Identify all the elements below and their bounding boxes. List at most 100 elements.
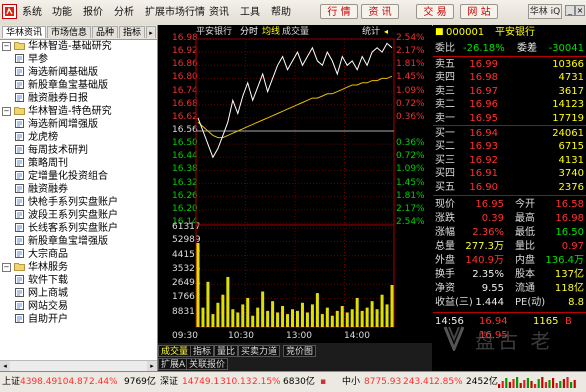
menu-tools[interactable]: 工具 — [240, 6, 260, 19]
tab-scroll-right-icon[interactable]: ▸ — [146, 26, 156, 38]
brand-button[interactable]: 华林 iQ — [528, 4, 562, 19]
bid-row[interactable]: 买五 16.90 2376 — [433, 181, 586, 194]
bid-row[interactable]: 买二 16.93 6715 — [433, 140, 586, 153]
ask-price: 16.98 — [469, 72, 498, 84]
tree-item[interactable]: 软件下载 — [15, 274, 68, 287]
document-icon — [15, 93, 28, 104]
menu-function[interactable]: 功能 — [52, 6, 72, 19]
tree-group[interactable]: − 华林智造-特色研究 — [2, 105, 112, 118]
menu-extended-market[interactable]: 扩展市场行情 — [145, 6, 205, 19]
stat-value: 136.4万 — [545, 255, 584, 266]
stat-row: 涨跌 0.39 最高 16.98 — [433, 212, 586, 225]
tree-item[interactable]: 网站交易 — [15, 300, 68, 313]
trade-button[interactable]: 交 易 — [416, 4, 454, 19]
ask-row[interactable]: 卖二 16.96 14123 — [433, 98, 586, 111]
stock-name: 平安银行 — [495, 27, 535, 38]
tree-item[interactable]: 策略周刊 — [15, 157, 68, 170]
tab-auction-chart[interactable]: 竞价图 — [283, 345, 317, 357]
tab-volume[interactable]: 成交量 — [158, 345, 192, 357]
menu-system[interactable]: 系统 — [22, 6, 42, 19]
time-tick: 13:00 — [286, 331, 312, 341]
website-button[interactable]: 网 站 — [460, 4, 498, 19]
tree-item-label: 海选新闻基础版 — [28, 67, 98, 78]
tree-item[interactable]: 海选新闻基础版 — [15, 66, 98, 79]
tree-item-label: 网站交易 — [28, 301, 68, 312]
tree-item[interactable]: 快枪手系列实盘账户 — [15, 196, 118, 209]
market-button[interactable]: 行 情 — [320, 4, 358, 19]
tree-group[interactable]: − 华林智造-基础研究 — [2, 40, 112, 53]
tree-item[interactable]: 新股章鱼宝基础版 — [15, 79, 108, 92]
tree-item[interactable]: 波段王系列实盘账户 — [15, 209, 118, 222]
volume-bar — [231, 309, 235, 327]
tree-item[interactable]: 定增量化投资组合 — [15, 170, 108, 183]
bid-row[interactable]: 买四 16.91 3740 — [433, 167, 586, 180]
tree-item[interactable]: 融资融券日报 — [15, 92, 88, 105]
stat-value: 0.39 — [481, 213, 504, 224]
tree-item[interactable]: 早参 — [15, 53, 48, 66]
tab-hualin-news[interactable]: 华林资讯 — [2, 26, 46, 38]
stat-label: 流通 — [515, 283, 535, 294]
order-ratio-row: 委比 -26.18% 委差 -30041 — [433, 42, 586, 55]
tab-indicator-chart[interactable]: 指标 — [190, 345, 215, 357]
stat-value: 16.95 — [475, 199, 504, 210]
stat-label: 现价 — [435, 199, 455, 210]
signal-bar — [559, 381, 562, 388]
scroll-left-icon[interactable]: ◂ — [0, 361, 10, 371]
collapse-icon[interactable]: − — [2, 107, 11, 116]
volume-bar — [271, 301, 275, 327]
stat-value: 118亿 — [554, 283, 584, 294]
ask-label: 卖二 — [435, 99, 455, 111]
stat-value: 277.3万 — [465, 241, 504, 252]
document-icon — [15, 67, 28, 78]
tree-item[interactable]: 龙虎榜 — [15, 131, 58, 144]
bid-row[interactable]: 买三 16.92 4131 — [433, 154, 586, 167]
folder-icon — [14, 106, 28, 117]
tab-market-info[interactable]: 市场信息 — [47, 26, 91, 38]
tab-instrument[interactable]: 品种 — [92, 26, 118, 38]
tab-buy-sell-power[interactable]: 买卖力道 — [238, 345, 281, 357]
volume-bar — [295, 310, 299, 327]
news-button[interactable]: 资 讯 — [361, 4, 399, 19]
nav-tabs: 华林资讯 市场信息 品种 指标 ▸ — [0, 25, 157, 40]
menu-analysis[interactable]: 分析 — [114, 6, 134, 19]
ask-row[interactable]: 卖一 16.95 17719 — [433, 112, 586, 125]
signal-bar — [573, 380, 576, 388]
menu-quote[interactable]: 报价 — [83, 6, 103, 19]
tree-item[interactable]: 长线客系列实盘账户 — [15, 222, 118, 235]
sz-status-icon: ▪ — [320, 377, 327, 387]
tree-group[interactable]: − 华林服务 — [2, 261, 68, 274]
intraday-plot[interactable] — [158, 25, 432, 371]
ratio-value: -26.18% — [463, 43, 505, 54]
tree-item[interactable]: 融资融券 — [15, 183, 68, 196]
tree-item[interactable]: 每周技术研判 — [15, 144, 88, 157]
signal-bar — [508, 382, 511, 388]
tree-item[interactable]: 海选新闻增强版 — [15, 118, 98, 131]
tree-item-label: 大宗商品 — [28, 249, 68, 260]
tree-item[interactable]: 大宗商品 — [15, 248, 68, 261]
menu-info[interactable]: 资讯 — [209, 6, 229, 19]
close-icon[interactable]: × — [575, 5, 585, 16]
ask-volume: 3617 — [558, 85, 584, 97]
collapse-icon[interactable]: − — [2, 42, 11, 51]
tree-item[interactable]: 新股章鱼宝增强版 — [15, 235, 108, 248]
tab-indicator[interactable]: 指标 — [119, 26, 145, 38]
collapse-icon[interactable]: − — [2, 263, 11, 272]
scroll-right-icon[interactable]: ▸ — [147, 361, 157, 371]
tab-related-quote[interactable]: 关联报价 — [186, 358, 229, 370]
volume-bar — [315, 293, 319, 327]
nav-horizontal-scrollbar[interactable]: ◂ ▸ — [0, 360, 157, 371]
bid-row[interactable]: 买一 16.94 24061 — [433, 127, 586, 140]
tree-item[interactable]: 自助开户 — [15, 313, 68, 326]
stat-row: 收益(三) 1.444 PE(动) 8.8 — [433, 296, 586, 309]
ask-row[interactable]: 卖三 16.97 3617 — [433, 85, 586, 98]
tab-volume-ratio[interactable]: 量比 — [214, 345, 239, 357]
tab-extended-a[interactable]: 扩展A — [158, 358, 189, 370]
quote-panel: ■ 000001 平安银行 委比 -26.18% 委差 -30041 卖五 16.… — [433, 25, 586, 371]
menu-help[interactable]: 帮助 — [271, 6, 291, 19]
signal-bar — [566, 377, 569, 388]
ask-row[interactable]: 卖四 16.98 4731 — [433, 71, 586, 84]
tree-item[interactable]: 网上商城 — [15, 287, 68, 300]
stat-label: 内盘 — [515, 255, 535, 266]
ask-row[interactable]: 卖五 16.99 10366 — [433, 58, 586, 71]
minimize-icon[interactable]: _ — [565, 5, 575, 16]
